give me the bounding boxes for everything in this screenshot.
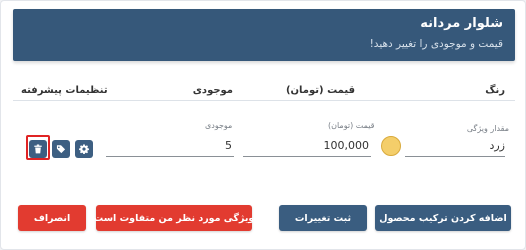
stock-field-label: موجودی: [205, 121, 233, 130]
header-subtitle: قیمت و موجودی را تغییر دهید!: [369, 38, 503, 50]
attribute-value-label: مقدار ویژگی: [466, 124, 509, 133]
trash-icon: [34, 144, 42, 154]
stock-input[interactable]: 5: [106, 135, 234, 157]
variant-editor-panel: شلوار مردانه قیمت و موجودی را تغییر دهید…: [0, 0, 526, 250]
column-headers: رنگ قیمت (تومان) موجودی تنظیمات پیشرفته: [13, 79, 515, 101]
delete-button[interactable]: [29, 140, 47, 158]
price-value: 100,000: [323, 139, 370, 152]
cancel-button[interactable]: انصراف: [18, 205, 86, 231]
save-changes-button[interactable]: ثبت تغییرات: [279, 205, 367, 231]
column-color: رنگ: [485, 85, 505, 96]
panel-header: شلوار مردانه قیمت و موجودی را تغییر دهید…: [13, 9, 515, 61]
price-field-label: قیمت (تومان): [328, 121, 375, 130]
attribute-value-field[interactable]: زرد: [405, 135, 505, 157]
gear-icon: [79, 144, 89, 154]
price-input[interactable]: 100,000: [243, 135, 371, 157]
attribute-value-text: زرد: [489, 139, 505, 152]
tag-icon: [56, 145, 66, 154]
color-swatch[interactable]: [381, 136, 401, 156]
stock-value: 5: [225, 139, 232, 152]
settings-button[interactable]: [75, 140, 93, 158]
product-title: شلوار مردانه: [420, 16, 503, 31]
column-stock: موجودی: [192, 85, 233, 96]
tag-button[interactable]: [52, 140, 70, 158]
column-price: قیمت (تومان): [285, 85, 355, 96]
attribute-not-found-button[interactable]: ویژگی مورد نظر من متفاوت است: [94, 205, 254, 231]
add-combination-button[interactable]: اضافه کردن ترکیب محصول: [375, 205, 511, 231]
column-advanced-settings: تنظیمات پیشرفته: [21, 85, 108, 96]
